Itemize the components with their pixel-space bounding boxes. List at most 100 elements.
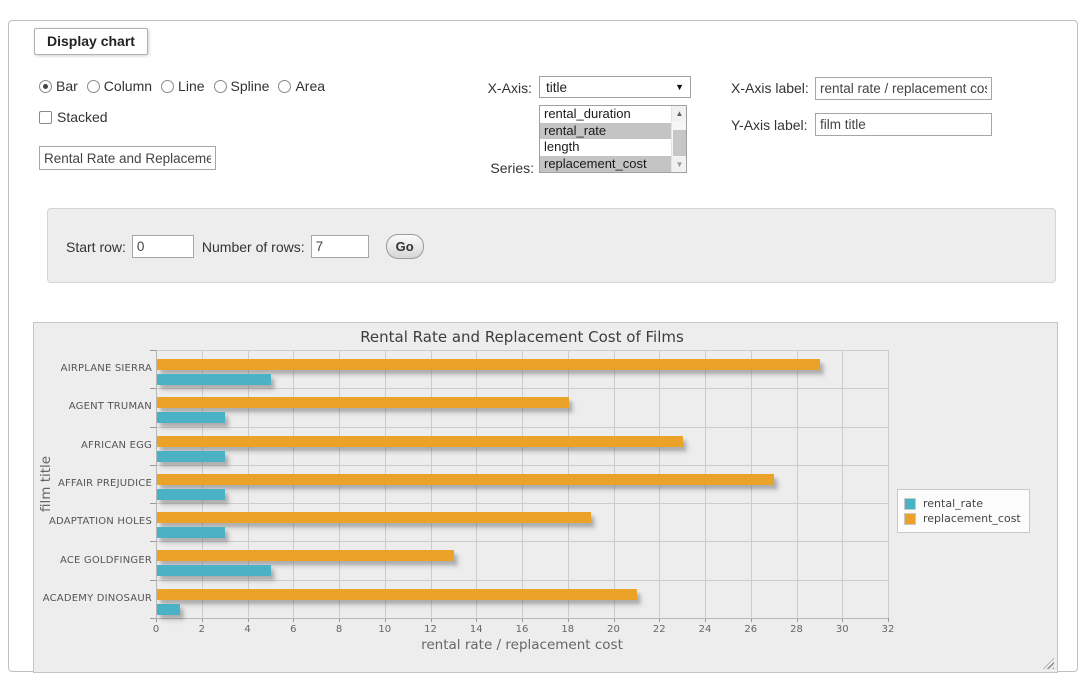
bar-rental_rate bbox=[157, 527, 225, 538]
bar-rental_rate bbox=[157, 451, 225, 462]
x-tick-label: 18 bbox=[548, 624, 588, 635]
scroll-up-icon[interactable]: ▲ bbox=[672, 106, 687, 121]
chart-title-input[interactable] bbox=[39, 146, 216, 170]
x-tick-label: 30 bbox=[822, 624, 862, 635]
bar-replacement_cost bbox=[157, 436, 683, 447]
bar-replacement_cost bbox=[157, 512, 591, 523]
x-tick-label: 20 bbox=[594, 624, 634, 635]
gridline-horizontal bbox=[156, 388, 888, 389]
bar-rental_rate bbox=[157, 604, 180, 615]
x-tick-label: 32 bbox=[868, 624, 908, 635]
bar-rental_rate bbox=[157, 412, 225, 423]
legend-entry-label: replacement_cost bbox=[923, 512, 1021, 525]
radio-label: Area bbox=[295, 78, 325, 94]
radio-label: Bar bbox=[56, 78, 78, 94]
x-tick-label: 8 bbox=[319, 624, 359, 635]
category-label: AGENT TRUMAN bbox=[34, 401, 152, 412]
series-label: Series: bbox=[429, 160, 534, 176]
gridline-horizontal bbox=[156, 503, 888, 504]
chart-type-radio-area[interactable]: Area bbox=[278, 78, 325, 94]
gridline-vertical bbox=[888, 350, 889, 618]
scrollbar-thumb[interactable] bbox=[673, 130, 686, 156]
radio-label: Column bbox=[104, 78, 152, 94]
chart-container: Rental Rate and Replacement Cost of Film… bbox=[33, 322, 1058, 673]
x-tick-label: 24 bbox=[685, 624, 725, 635]
radio-icon[interactable] bbox=[161, 80, 174, 93]
radio-label: Line bbox=[178, 78, 204, 94]
bar-rental_rate bbox=[157, 374, 271, 385]
series-scrollbar[interactable]: ▲ ▼ bbox=[671, 106, 686, 172]
bar-replacement_cost bbox=[157, 550, 454, 561]
category-label: AFFAIR PREJUDICE bbox=[34, 478, 152, 489]
gridline-horizontal bbox=[156, 465, 888, 466]
num-rows-label: Number of rows: bbox=[202, 239, 305, 255]
num-rows-input[interactable] bbox=[311, 235, 369, 258]
gridline-horizontal bbox=[156, 541, 888, 542]
bar-replacement_cost bbox=[157, 474, 774, 485]
x-tick-label: 22 bbox=[639, 624, 679, 635]
x-tick-label: 2 bbox=[182, 624, 222, 635]
gridline-horizontal bbox=[156, 580, 888, 581]
radio-icon[interactable] bbox=[278, 80, 291, 93]
radio-icon[interactable] bbox=[87, 80, 100, 93]
category-label: ACADEMY DINOSAUR bbox=[34, 593, 152, 604]
go-button[interactable]: Go bbox=[386, 234, 424, 259]
bar-replacement_cost bbox=[157, 589, 637, 600]
radio-label: Spline bbox=[231, 78, 270, 94]
series-option-replacement_cost[interactable]: replacement_cost bbox=[540, 156, 671, 173]
stacked-label: Stacked bbox=[57, 109, 108, 125]
x-tick-label: 26 bbox=[731, 624, 771, 635]
x-tick-label: 0 bbox=[136, 624, 176, 635]
scroll-down-icon[interactable]: ▼ bbox=[672, 157, 687, 172]
x-tick-label: 16 bbox=[502, 624, 542, 635]
radio-icon[interactable] bbox=[214, 80, 227, 93]
x-axis-line bbox=[156, 618, 888, 619]
bar-rental_rate bbox=[157, 565, 271, 576]
chart-type-radio-column[interactable]: Column bbox=[87, 78, 152, 94]
x-axis-select-label: X-Axis: bbox=[439, 80, 532, 96]
legend-entry-replacement_cost: replacement_cost bbox=[904, 512, 1021, 525]
legend-entry-label: rental_rate bbox=[923, 497, 983, 510]
x-tick-label: 10 bbox=[365, 624, 405, 635]
stacked-checkbox[interactable] bbox=[39, 111, 52, 124]
start-row-label: Start row: bbox=[66, 239, 126, 255]
x-axis-label-input[interactable] bbox=[815, 77, 992, 100]
chart-type-radio-spline[interactable]: Spline bbox=[214, 78, 270, 94]
x-tick-label: 12 bbox=[411, 624, 451, 635]
y-axis-label-input[interactable] bbox=[815, 113, 992, 136]
category-label: ACE GOLDFINGER bbox=[34, 555, 152, 566]
series-option-rental_rate[interactable]: rental_rate bbox=[540, 123, 671, 140]
legend-swatch-icon bbox=[904, 513, 916, 525]
x-tick-label: 28 bbox=[777, 624, 817, 635]
legend-swatch-icon bbox=[904, 498, 916, 510]
legend-entry-rental_rate: rental_rate bbox=[904, 497, 1021, 510]
resize-handle-icon[interactable] bbox=[1043, 658, 1054, 669]
x-tick-label: 14 bbox=[456, 624, 496, 635]
series-option-length[interactable]: length bbox=[540, 139, 671, 156]
chart-x-axis-title: rental rate / replacement cost bbox=[34, 637, 1010, 653]
x-tick-label: 6 bbox=[273, 624, 313, 635]
gridline-vertical bbox=[842, 350, 843, 618]
chart-type-radio-group: Bar Column Line Spline Area bbox=[39, 78, 334, 94]
chart-type-radio-bar[interactable]: Bar bbox=[39, 78, 78, 94]
y-axis-label-caption: Y-Axis label: bbox=[731, 117, 808, 133]
series-option-rental_duration[interactable]: rental_duration bbox=[540, 106, 671, 123]
chart-title: Rental Rate and Replacement Cost of Film… bbox=[34, 328, 1010, 346]
series-options: rental_durationrental_ratelengthreplacem… bbox=[540, 106, 671, 172]
category-label: ADAPTATION HOLES bbox=[34, 516, 152, 527]
series-multiselect[interactable]: rental_durationrental_ratelengthreplacem… bbox=[539, 105, 687, 173]
display-chart-fieldset: BarColumnLineSplineArea Stacked X-Axis: … bbox=[8, 20, 1078, 672]
bar-replacement_cost bbox=[157, 397, 569, 408]
x-axis-label-caption: X-Axis label: bbox=[731, 80, 809, 96]
x-axis-select[interactable]: title ▼ bbox=[539, 76, 691, 98]
radio-icon[interactable] bbox=[39, 80, 52, 93]
chart-type-radio-line[interactable]: Line bbox=[161, 78, 204, 94]
rows-form-controls: Start row: Number of rows: Go bbox=[66, 234, 424, 259]
page: BarColumnLineSplineArea Stacked X-Axis: … bbox=[0, 0, 1081, 681]
category-label: AFRICAN EGG bbox=[34, 440, 152, 451]
bar-replacement_cost bbox=[157, 359, 820, 370]
stacked-option[interactable]: Stacked bbox=[39, 109, 108, 125]
gridline-vertical bbox=[797, 350, 798, 618]
start-row-input[interactable] bbox=[132, 235, 194, 258]
rows-form: Start row: Number of rows: Go bbox=[47, 208, 1056, 283]
